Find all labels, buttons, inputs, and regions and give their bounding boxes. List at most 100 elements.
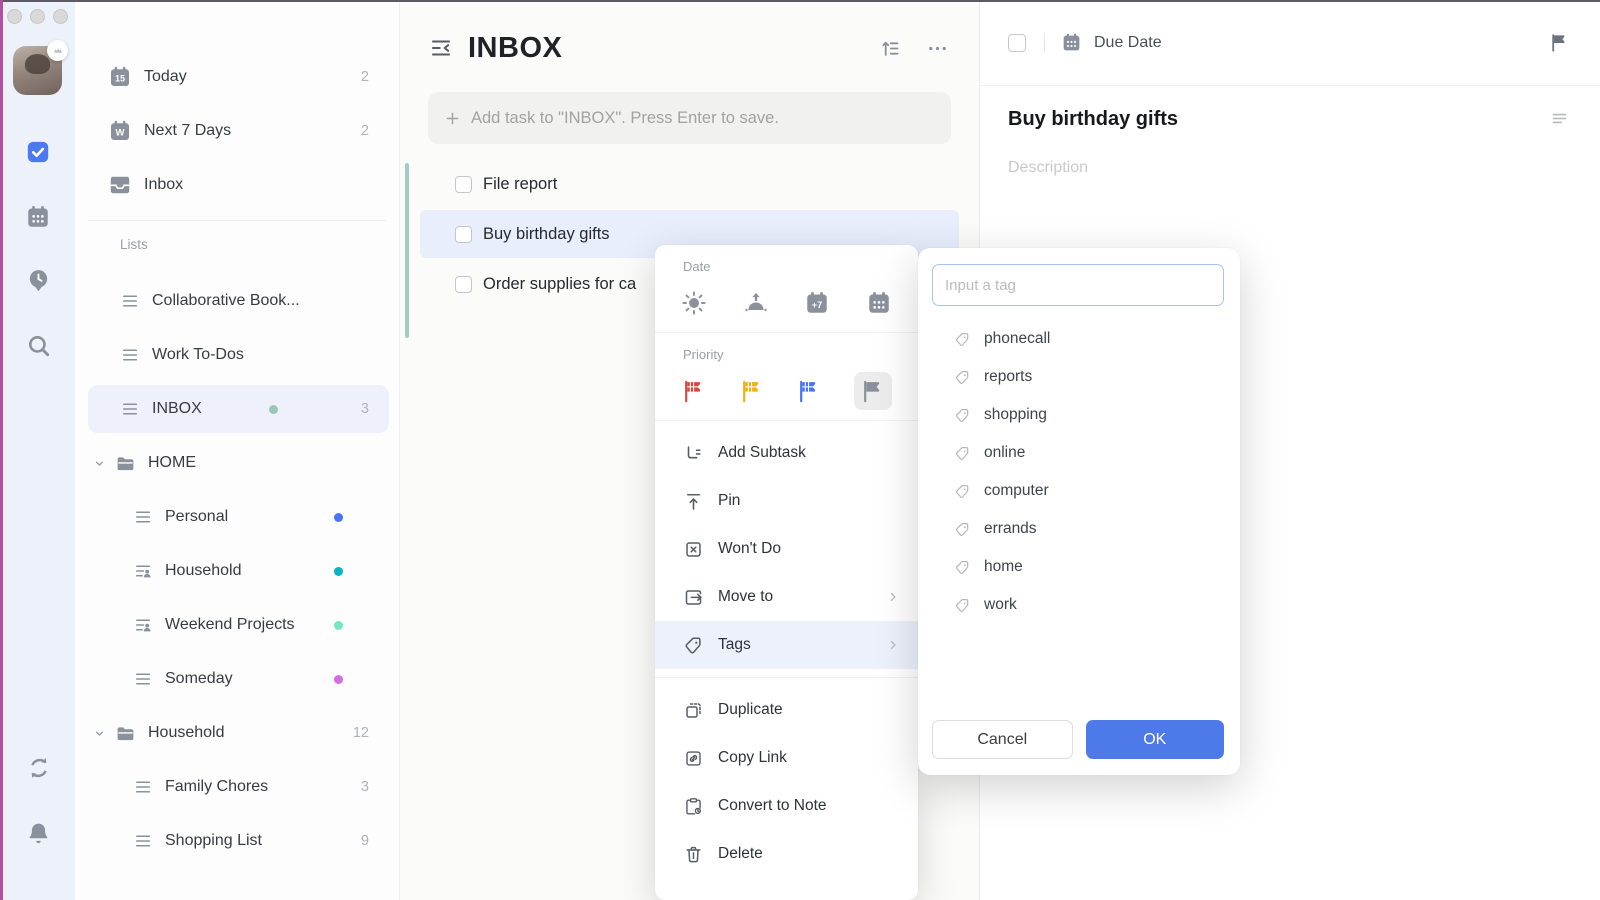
tag-option-shopping[interactable]: shopping [918,396,1240,434]
sidebar-list-family-chores[interactable]: Family Chores 3 [75,760,399,814]
zoom-button[interactable] [53,9,68,24]
count-badge: 9 [361,833,369,849]
menu-item-label: Duplicate [718,701,783,719]
ok-button[interactable]: OK [1086,720,1225,759]
priority-none-button-selected[interactable] [854,372,892,410]
menu-item-label: Won't Do [718,540,781,558]
tag-label: reports [984,368,1032,386]
sidebar-list-personal[interactable]: Personal [75,490,399,544]
sidebar-item-today[interactable]: Today 2 [75,50,399,104]
due-date-label: Due Date [1094,34,1162,52]
date-section-label: Date [683,259,890,274]
sidebar-folder-household[interactable]: Household 12 [75,706,399,760]
date-custom-button[interactable] [866,290,892,316]
sidebar-list-collaborative[interactable]: Collaborative Book... [75,274,399,328]
delete-trash-icon [683,844,704,865]
tag-option-computer[interactable]: computer [918,472,1240,510]
detail-task-checkbox[interactable] [1008,34,1026,52]
menu-divider [655,332,918,333]
calendar-nav-button[interactable] [25,204,51,230]
tag-option-online[interactable]: online [918,434,1240,472]
list-icon [120,291,140,311]
sidebar-list-weekend-projects[interactable]: Weekend Projects [75,598,399,652]
list-label: Someday [165,670,233,688]
tag-input[interactable] [932,264,1224,306]
sidebar-item-next-7-days[interactable]: Next 7 Days 2 [75,104,399,158]
menu-item-add-subtask[interactable]: Add Subtask [655,429,918,477]
note-lines-icon[interactable] [1549,108,1570,129]
tag-icon [954,407,971,424]
menu-item-wont-do[interactable]: Won't Do [655,525,918,573]
sidebar-list-someday[interactable]: Someday [75,652,399,706]
sidebar-item-label: Inbox [144,176,183,194]
traffic-lights [7,9,68,24]
shared-list-icon [133,615,153,635]
menu-item-label: Tags [718,636,751,654]
tasks-checkbox-icon [25,139,51,165]
tag-icon [954,521,971,538]
collapse-sidebar-icon[interactable] [428,35,454,61]
task-checkbox[interactable] [455,226,472,243]
tag-option-work[interactable]: work [918,586,1240,624]
lists-section-label: Lists [120,237,399,252]
add-task-input[interactable]: Add task to "INBOX". Press Enter to save… [428,92,951,144]
sidebar-list-shopping-list[interactable]: Shopping List 9 [75,814,399,868]
sidebar-list-household[interactable]: Household [75,544,399,598]
priority-high-button[interactable] [681,378,707,404]
tag-list: phonecall reports shopping online comput… [918,320,1240,624]
date-tomorrow-button[interactable] [743,290,769,316]
list-label: Family Chores [165,778,268,796]
pomodoro-nav-button[interactable] [25,267,52,294]
sidebar-list-work-todos[interactable]: Work To-Dos [75,328,399,382]
menu-item-pin[interactable]: Pin [655,477,918,525]
menu-item-copy-link[interactable]: Copy Link [655,734,918,782]
avatar[interactable] [13,46,62,95]
minimize-button[interactable] [30,9,45,24]
sidebar-scrollbar-thumb[interactable] [405,163,409,338]
menu-item-delete[interactable]: Delete [655,830,918,878]
tag-option-home[interactable]: home [918,548,1240,586]
tag-option-errands[interactable]: errands [918,510,1240,548]
description-placeholder[interactable]: Description [1008,159,1572,177]
tag-option-reports[interactable]: reports [918,358,1240,396]
date-next-week-button[interactable] [804,290,830,316]
menu-item-convert-to-note[interactable]: Convert to Note [655,782,918,830]
task-row[interactable]: File report [420,160,959,208]
list-label: Shopping List [165,832,262,850]
cancel-button[interactable]: Cancel [932,720,1073,759]
tags-popup: phonecall reports shopping online comput… [918,248,1240,775]
sidebar: Today 2 Next 7 Days 2 Inbox Lists Collab… [75,0,400,900]
folder-icon [115,453,136,474]
priority-flag-icon[interactable] [1549,32,1570,53]
detail-header: Due Date [980,0,1600,86]
detail-task-title[interactable]: Buy birthday gifts [1008,108,1178,131]
list-header: INBOX [400,0,979,68]
date-today-button[interactable] [681,290,707,316]
menu-item-duplicate[interactable]: Duplicate [655,686,918,734]
tasks-nav-button[interactable] [25,139,51,165]
menu-item-move-to[interactable]: Move to [655,573,918,621]
due-date-button[interactable]: Due Date [1061,32,1162,53]
sidebar-list-inbox-selected[interactable]: INBOX 3 [75,382,399,436]
search-nav-button[interactable] [25,332,52,359]
inbox-tray-icon [108,173,132,197]
more-options-icon[interactable] [926,37,949,60]
sidebar-folder-home[interactable]: HOME [75,436,399,490]
list-label: Weekend Projects [165,616,295,634]
task-checkbox[interactable] [455,276,472,293]
notifications-button[interactable] [25,820,52,847]
sidebar-item-inbox[interactable]: Inbox [75,158,399,212]
menu-item-label: Copy Link [718,749,787,767]
close-button[interactable] [7,9,22,24]
copy-link-icon [683,748,704,769]
priority-medium-button[interactable] [739,378,765,404]
menu-item-tags-highlighted[interactable]: Tags [655,621,918,669]
tag-label: online [984,444,1025,462]
sort-icon[interactable] [879,37,902,60]
list-color-dot [334,621,343,630]
submenu-chevron-icon [884,636,902,654]
task-checkbox[interactable] [455,176,472,193]
sync-button[interactable] [25,754,53,782]
tag-option-phonecall[interactable]: phonecall [918,320,1240,358]
priority-low-button[interactable] [796,378,822,404]
